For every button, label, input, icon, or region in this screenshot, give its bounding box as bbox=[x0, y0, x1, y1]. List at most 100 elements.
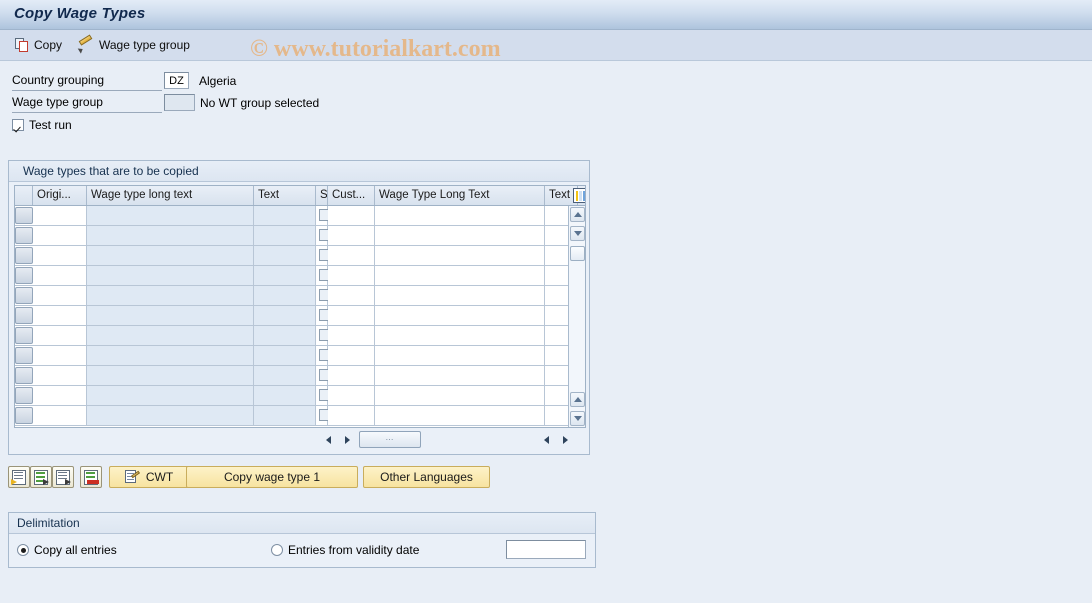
cell-text[interactable] bbox=[254, 326, 316, 345]
cell-wage-type-long-text[interactable] bbox=[87, 206, 254, 225]
column-header-wage-type-long-text[interactable]: Wage type long text bbox=[87, 186, 254, 205]
copy-row-button[interactable] bbox=[30, 466, 52, 488]
cell-cust[interactable] bbox=[328, 306, 375, 325]
cell-s[interactable] bbox=[316, 406, 331, 425]
test-run-checkbox[interactable] bbox=[12, 119, 24, 131]
cell-origin[interactable] bbox=[33, 286, 87, 305]
cell-wage-type-long-text-2[interactable] bbox=[375, 366, 545, 385]
horizontal-scroll-thumb[interactable]: ⋯ bbox=[359, 431, 421, 448]
scroll-left-button-2[interactable] bbox=[538, 431, 554, 448]
row-selector[interactable] bbox=[15, 307, 33, 324]
cell-text-2[interactable] bbox=[545, 206, 570, 225]
cell-text[interactable] bbox=[254, 266, 316, 285]
cell-text-2[interactable] bbox=[545, 406, 570, 425]
grid-horizontal-scrollbar[interactable]: ⋯ bbox=[14, 431, 586, 450]
table-row[interactable] bbox=[15, 266, 585, 286]
cell-s[interactable] bbox=[316, 366, 331, 385]
row-selector[interactable] bbox=[15, 387, 33, 404]
cell-text-2[interactable] bbox=[545, 366, 570, 385]
cell-wage-type-long-text[interactable] bbox=[87, 246, 254, 265]
row-selector[interactable] bbox=[15, 227, 33, 244]
cell-s[interactable] bbox=[316, 266, 331, 285]
row-selector[interactable] bbox=[15, 407, 33, 424]
grid-vertical-scrollbar[interactable] bbox=[568, 206, 585, 427]
cell-cust[interactable] bbox=[328, 266, 375, 285]
cell-wage-type-long-text[interactable] bbox=[87, 346, 254, 365]
cell-text[interactable] bbox=[254, 226, 316, 245]
cell-text-2[interactable] bbox=[545, 386, 570, 405]
cell-wage-type-long-text[interactable] bbox=[87, 386, 254, 405]
wage-type-group-button[interactable]: Wage type group bbox=[72, 33, 197, 57]
cell-cust[interactable] bbox=[328, 206, 375, 225]
cell-cust[interactable] bbox=[328, 366, 375, 385]
cell-text-2[interactable] bbox=[545, 306, 570, 325]
cell-text-2[interactable] bbox=[545, 226, 570, 245]
cell-wage-type-long-text-2[interactable] bbox=[375, 266, 545, 285]
row-selector[interactable] bbox=[15, 287, 33, 304]
cell-origin[interactable] bbox=[33, 326, 87, 345]
cell-origin[interactable] bbox=[33, 306, 87, 325]
table-row[interactable] bbox=[15, 326, 585, 346]
row-selector[interactable] bbox=[15, 327, 33, 344]
cell-text-2[interactable] bbox=[545, 266, 570, 285]
cell-s[interactable] bbox=[316, 326, 331, 345]
cell-s[interactable] bbox=[316, 286, 331, 305]
cell-wage-type-long-text[interactable] bbox=[87, 326, 254, 345]
cell-cust[interactable] bbox=[328, 286, 375, 305]
cell-wage-type-long-text-2[interactable] bbox=[375, 246, 545, 265]
cell-wage-type-long-text-2[interactable] bbox=[375, 326, 545, 345]
cell-wage-type-long-text-2[interactable] bbox=[375, 306, 545, 325]
cell-cust[interactable] bbox=[328, 346, 375, 365]
cwt-button[interactable]: CWT bbox=[109, 466, 189, 488]
table-row[interactable] bbox=[15, 386, 585, 406]
row-selector[interactable] bbox=[15, 267, 33, 284]
cell-cust[interactable] bbox=[328, 406, 375, 425]
cell-text-2[interactable] bbox=[545, 346, 570, 365]
cell-text[interactable] bbox=[254, 206, 316, 225]
entries-from-validity-date-radio[interactable] bbox=[271, 544, 283, 556]
cell-s[interactable] bbox=[316, 386, 331, 405]
cell-origin[interactable] bbox=[33, 206, 87, 225]
table-row[interactable] bbox=[15, 286, 585, 306]
cell-cust[interactable] bbox=[328, 326, 375, 345]
cell-wage-type-long-text-2[interactable] bbox=[375, 386, 545, 405]
scroll-right-button-2[interactable] bbox=[557, 431, 573, 448]
cell-s[interactable] bbox=[316, 226, 331, 245]
cell-cust[interactable] bbox=[328, 246, 375, 265]
cell-text-2[interactable] bbox=[545, 246, 570, 265]
cell-text[interactable] bbox=[254, 386, 316, 405]
scroll-right-button[interactable] bbox=[339, 431, 355, 448]
scroll-page-up-button[interactable] bbox=[570, 392, 585, 407]
column-header-select-all[interactable] bbox=[15, 186, 33, 205]
scroll-down-button[interactable] bbox=[570, 226, 585, 241]
column-header-text[interactable]: Text bbox=[254, 186, 316, 205]
table-row[interactable] bbox=[15, 306, 585, 326]
cell-origin[interactable] bbox=[33, 266, 87, 285]
cell-s[interactable] bbox=[316, 246, 331, 265]
cell-wage-type-long-text[interactable] bbox=[87, 306, 254, 325]
cell-wage-type-long-text-2[interactable] bbox=[375, 206, 545, 225]
cell-origin[interactable] bbox=[33, 386, 87, 405]
column-header-cust[interactable]: Cust... bbox=[328, 186, 375, 205]
cell-text[interactable] bbox=[254, 286, 316, 305]
column-header-wage-type-long-text-2[interactable]: Wage Type Long Text bbox=[375, 186, 545, 205]
cell-s[interactable] bbox=[316, 206, 331, 225]
cell-text-2[interactable] bbox=[545, 326, 570, 345]
scroll-up-button[interactable] bbox=[570, 207, 585, 222]
cell-wage-type-long-text[interactable] bbox=[87, 266, 254, 285]
scroll-thumb[interactable] bbox=[570, 246, 585, 261]
table-row[interactable] bbox=[15, 226, 585, 246]
copy-all-entries-radio[interactable] bbox=[17, 544, 29, 556]
select-all-rows-button[interactable] bbox=[52, 466, 74, 488]
row-selector[interactable] bbox=[15, 347, 33, 364]
column-header-s[interactable]: S bbox=[316, 186, 328, 205]
table-settings-button[interactable] bbox=[570, 186, 585, 205]
cell-wage-type-long-text[interactable] bbox=[87, 406, 254, 425]
row-selector[interactable] bbox=[15, 247, 33, 264]
copy-button[interactable]: Copy bbox=[8, 33, 69, 57]
cell-origin[interactable] bbox=[33, 346, 87, 365]
table-row[interactable] bbox=[15, 366, 585, 386]
cell-text[interactable] bbox=[254, 246, 316, 265]
cell-wage-type-long-text[interactable] bbox=[87, 366, 254, 385]
other-languages-button[interactable]: Other Languages bbox=[363, 466, 490, 488]
